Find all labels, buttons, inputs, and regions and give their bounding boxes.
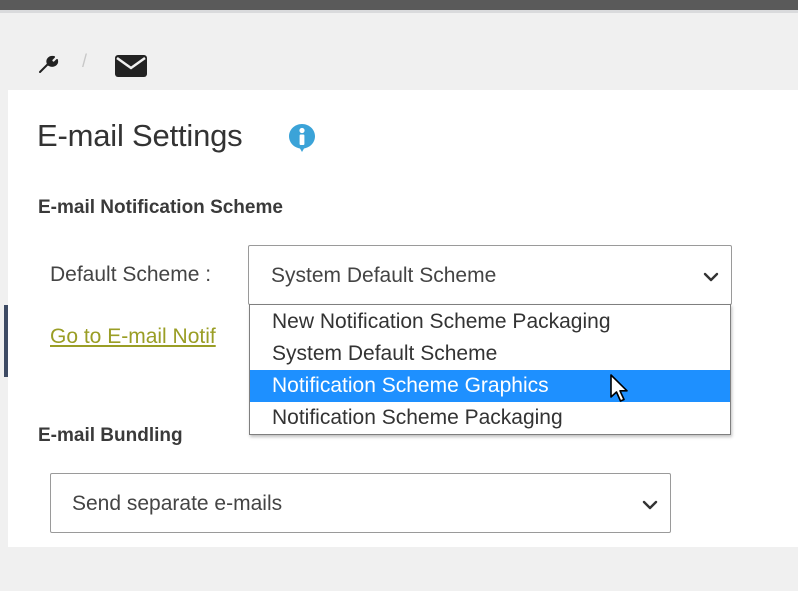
default-scheme-value: System Default Scheme <box>271 264 497 287</box>
email-bundling-value: Send separate e-mails <box>72 492 283 515</box>
goto-notification-scheme-link[interactable]: Go to E-mail Notif <box>50 325 216 349</box>
breadcrumb: / <box>0 13 798 90</box>
default-scheme-label: Default Scheme : <box>50 263 212 286</box>
email-bundling-heading: E-mail Bundling <box>38 425 183 446</box>
envelope-icon[interactable] <box>114 54 148 78</box>
mouse-pointer-icon <box>610 374 628 402</box>
left-edge-marker <box>4 305 8 377</box>
info-icon[interactable] <box>286 121 318 153</box>
dropdown-option[interactable]: System Default Scheme <box>250 338 730 370</box>
dropdown-option[interactable]: New Notification Scheme Packaging <box>250 306 730 338</box>
scheme-dropdown-list: New Notification Scheme Packaging System… <box>249 304 731 435</box>
chevron-down-icon <box>642 500 658 510</box>
dropdown-option[interactable]: Notification Scheme Packaging <box>250 402 730 434</box>
breadcrumb-separator: / <box>82 51 88 71</box>
dropdown-option-highlighted[interactable]: Notification Scheme Graphics <box>250 370 730 402</box>
default-scheme-select[interactable]: System Default Scheme <box>248 245 732 305</box>
notification-scheme-heading: E-mail Notification Scheme <box>38 197 283 218</box>
chevron-down-icon <box>703 272 719 282</box>
email-bundling-select[interactable]: Send separate e-mails <box>50 473 671 533</box>
page-title: E-mail Settings <box>37 118 243 153</box>
top-bar <box>0 0 798 10</box>
wrench-icon[interactable] <box>36 51 60 75</box>
